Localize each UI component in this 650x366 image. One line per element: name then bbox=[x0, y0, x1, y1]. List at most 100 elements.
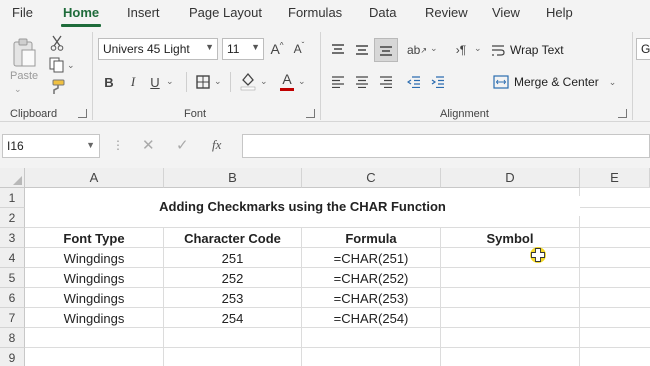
row-header-1[interactable]: 1 bbox=[0, 188, 25, 208]
table-cell[interactable]: =CHAR(254) bbox=[302, 308, 440, 328]
underline-icon[interactable]: U bbox=[146, 72, 164, 92]
row-header-3[interactable]: 3 bbox=[0, 228, 25, 248]
paste-label[interactable]: Paste bbox=[10, 70, 38, 82]
row-header-4[interactable]: 4 bbox=[0, 248, 25, 268]
menu-page-layout[interactable]: Page Layout bbox=[189, 5, 262, 20]
menu-view[interactable]: View bbox=[492, 5, 520, 20]
paste-dropdown-icon[interactable]: ⌄ bbox=[14, 84, 22, 95]
enter-icon[interactable]: ✓ bbox=[176, 136, 189, 154]
table-cell[interactable]: Wingdings bbox=[25, 268, 163, 288]
active-tab-indicator bbox=[61, 24, 101, 27]
format-painter-icon[interactable] bbox=[48, 78, 66, 96]
increase-font-size-icon[interactable]: A ^ bbox=[268, 38, 286, 60]
column-header-b[interactable]: B bbox=[164, 168, 302, 188]
table-cell[interactable]: 251 bbox=[164, 248, 301, 268]
decrease-indent-icon[interactable] bbox=[404, 72, 424, 92]
alignment-launcher-icon[interactable] bbox=[618, 109, 627, 118]
menu-home[interactable]: Home bbox=[63, 5, 99, 20]
row-header-2[interactable]: 2 bbox=[0, 208, 25, 228]
row-header-7[interactable]: 7 bbox=[0, 308, 25, 328]
column-header-d[interactable]: D bbox=[441, 168, 580, 188]
wrap-text-button[interactable]: Wrap Text bbox=[490, 38, 610, 62]
clipboard-launcher-icon[interactable] bbox=[78, 109, 87, 118]
underline-dropdown-icon[interactable]: ⌄ bbox=[166, 76, 174, 87]
merge-center-button[interactable]: Merge & Center ⌄ bbox=[492, 70, 627, 94]
table-cell[interactable]: Wingdings bbox=[25, 308, 163, 328]
align-left-icon[interactable] bbox=[328, 72, 348, 92]
formula-input[interactable] bbox=[242, 134, 650, 158]
borders-dropdown-icon[interactable]: ⌄ bbox=[214, 76, 222, 87]
menu-review[interactable]: Review bbox=[425, 5, 468, 20]
copy-icon[interactable] bbox=[48, 56, 66, 74]
fill-color-icon[interactable] bbox=[238, 70, 258, 92]
table-cell[interactable] bbox=[441, 308, 579, 328]
table-cell[interactable]: 254 bbox=[164, 308, 301, 328]
header-formula[interactable]: Formula bbox=[302, 228, 440, 248]
increase-indent-icon[interactable] bbox=[428, 72, 448, 92]
font-color-dropdown-icon[interactable]: ⌄ bbox=[298, 76, 306, 87]
font-color-icon[interactable]: A bbox=[278, 70, 296, 92]
table-cell[interactable]: =CHAR(251) bbox=[302, 248, 440, 268]
header-font-type[interactable]: Font Type bbox=[25, 228, 163, 248]
row-header-9[interactable]: 9 bbox=[0, 348, 25, 366]
select-all-button[interactable] bbox=[0, 168, 25, 188]
number-format-dropdown[interactable]: G bbox=[636, 38, 650, 60]
middle-align-icon[interactable] bbox=[352, 40, 372, 60]
group-separator bbox=[632, 32, 633, 120]
wrap-text-label: Wrap Text bbox=[510, 43, 564, 57]
gridline bbox=[25, 347, 650, 348]
table-cell[interactable]: =CHAR(252) bbox=[302, 268, 440, 288]
row-header-5[interactable]: 5 bbox=[0, 268, 25, 288]
table-cell[interactable]: Wingdings bbox=[25, 248, 163, 268]
table-cell[interactable] bbox=[441, 288, 579, 308]
table-cell[interactable]: 253 bbox=[164, 288, 301, 308]
italic-icon[interactable]: I bbox=[124, 72, 142, 92]
merge-center-dropdown-icon: ⌄ bbox=[608, 76, 617, 87]
table-cell[interactable]: =CHAR(253) bbox=[302, 288, 440, 308]
font-size-dropdown[interactable]: 11 ▼ bbox=[222, 38, 264, 60]
cut-icon[interactable] bbox=[48, 34, 66, 52]
clipboard-group-label: Clipboard bbox=[10, 108, 58, 120]
paste-icon[interactable] bbox=[10, 36, 38, 70]
cancel-icon[interactable]: ✕ bbox=[142, 136, 155, 154]
orientation-dropdown-icon[interactable]: ⌄ bbox=[430, 43, 438, 54]
orientation-icon[interactable]: ab ↗ bbox=[406, 40, 428, 60]
name-box[interactable]: I16 ▼ bbox=[2, 134, 100, 158]
text-direction-icon[interactable]: ›¶ bbox=[450, 40, 472, 60]
borders-icon[interactable] bbox=[194, 72, 212, 92]
align-right-icon[interactable] bbox=[376, 72, 396, 92]
table-cell[interactable]: 252 bbox=[164, 268, 301, 288]
menu-insert[interactable]: Insert bbox=[127, 5, 160, 20]
column-header-e[interactable]: E bbox=[580, 168, 650, 188]
copy-dropdown-icon[interactable]: ⌄ bbox=[67, 60, 75, 71]
header-symbol[interactable]: Symbol bbox=[441, 228, 579, 248]
font-group-label: Font bbox=[184, 108, 207, 120]
menu-data[interactable]: Data bbox=[369, 5, 396, 20]
menu-help[interactable]: Help bbox=[546, 5, 573, 20]
bold-icon[interactable]: B bbox=[100, 72, 118, 92]
row-header-6[interactable]: 6 bbox=[0, 288, 25, 308]
chevron-down-icon: ▼ bbox=[205, 42, 214, 52]
column-header-a[interactable]: A bbox=[25, 168, 164, 188]
decrease-font-size-icon[interactable]: Aˇ bbox=[290, 38, 308, 60]
fill-color-dropdown-icon[interactable]: ⌄ bbox=[260, 76, 268, 87]
insert-function-icon[interactable]: fx bbox=[212, 137, 221, 153]
menu-formulas[interactable]: Formulas bbox=[288, 5, 342, 20]
header-character-code[interactable]: Character Code bbox=[164, 228, 301, 248]
group-separator bbox=[320, 32, 321, 120]
menu-file[interactable]: File bbox=[12, 5, 33, 20]
font-launcher-icon[interactable] bbox=[306, 109, 315, 118]
divider bbox=[186, 72, 187, 92]
bottom-align-icon[interactable] bbox=[374, 38, 398, 62]
sheet-title-cell[interactable]: Adding Checkmarks using the CHAR Functio… bbox=[25, 196, 580, 216]
row-header-8[interactable]: 8 bbox=[0, 328, 25, 348]
top-align-icon[interactable] bbox=[328, 40, 348, 60]
column-header-c[interactable]: C bbox=[302, 168, 441, 188]
table-cell[interactable] bbox=[441, 268, 579, 288]
formula-bar-grip-icon[interactable]: ⋮ bbox=[112, 138, 124, 152]
table-cell[interactable]: Wingdings bbox=[25, 288, 163, 308]
align-center-icon[interactable] bbox=[352, 72, 372, 92]
font-name-dropdown[interactable]: Univers 45 Light ▼ bbox=[98, 38, 218, 60]
table-cell[interactable] bbox=[441, 248, 579, 268]
text-direction-dropdown-icon[interactable]: ⌄ bbox=[474, 43, 482, 54]
